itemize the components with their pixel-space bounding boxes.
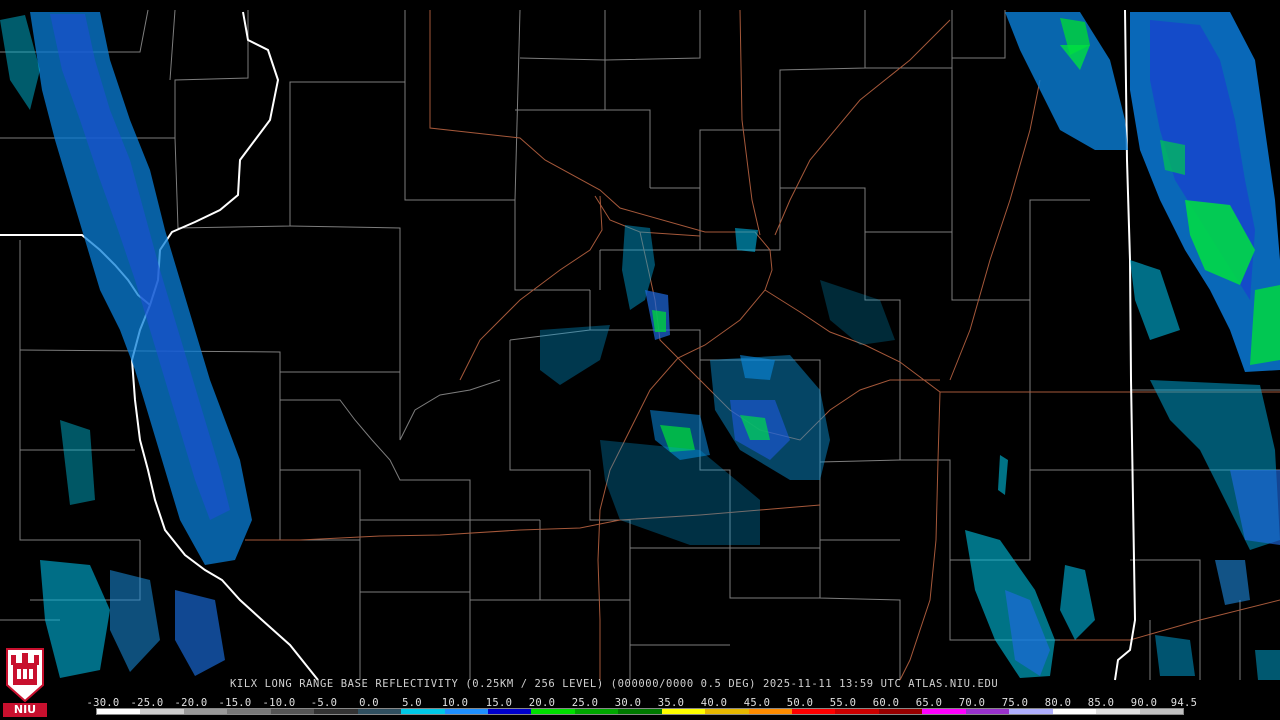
colorbar-segment (1009, 709, 1053, 714)
colorbar-segment (444, 709, 488, 714)
colorbar-segment (531, 709, 575, 714)
colorbar-segment (1096, 709, 1140, 714)
colorbar-segment (922, 709, 966, 714)
colorbar-segment (270, 709, 315, 714)
niu-shield-icon (6, 648, 44, 703)
colorbar-segment (748, 709, 792, 714)
colorbar-segment (574, 709, 619, 714)
colorbar-segment (965, 709, 1010, 714)
colorbar-segment (140, 709, 184, 714)
radar-map (0, 0, 1280, 720)
colorbar-segment (1139, 709, 1183, 714)
colorbar-segment (97, 709, 141, 714)
colorbar-segment (618, 709, 662, 714)
colorbar-segment (1052, 709, 1097, 714)
colorbar-segment (661, 709, 706, 714)
colorbar-segment (878, 709, 923, 714)
reflectivity-colorbar (96, 708, 1184, 715)
niu-logo-text: NIU (3, 703, 47, 717)
niu-logo: NIU (3, 645, 47, 718)
colorbar-segment (401, 709, 445, 714)
colorbar-segment (705, 709, 749, 714)
product-caption: KILX LONG RANGE BASE REFLECTIVITY (0.25K… (230, 678, 999, 690)
colorbar-segment (835, 709, 879, 714)
colorbar-segment (792, 709, 836, 714)
colorbar-segment (487, 709, 532, 714)
colorbar-segment (183, 709, 228, 714)
colorbar-segment (314, 709, 358, 714)
colorbar-segment (227, 709, 271, 714)
colorbar-segment (357, 709, 402, 714)
